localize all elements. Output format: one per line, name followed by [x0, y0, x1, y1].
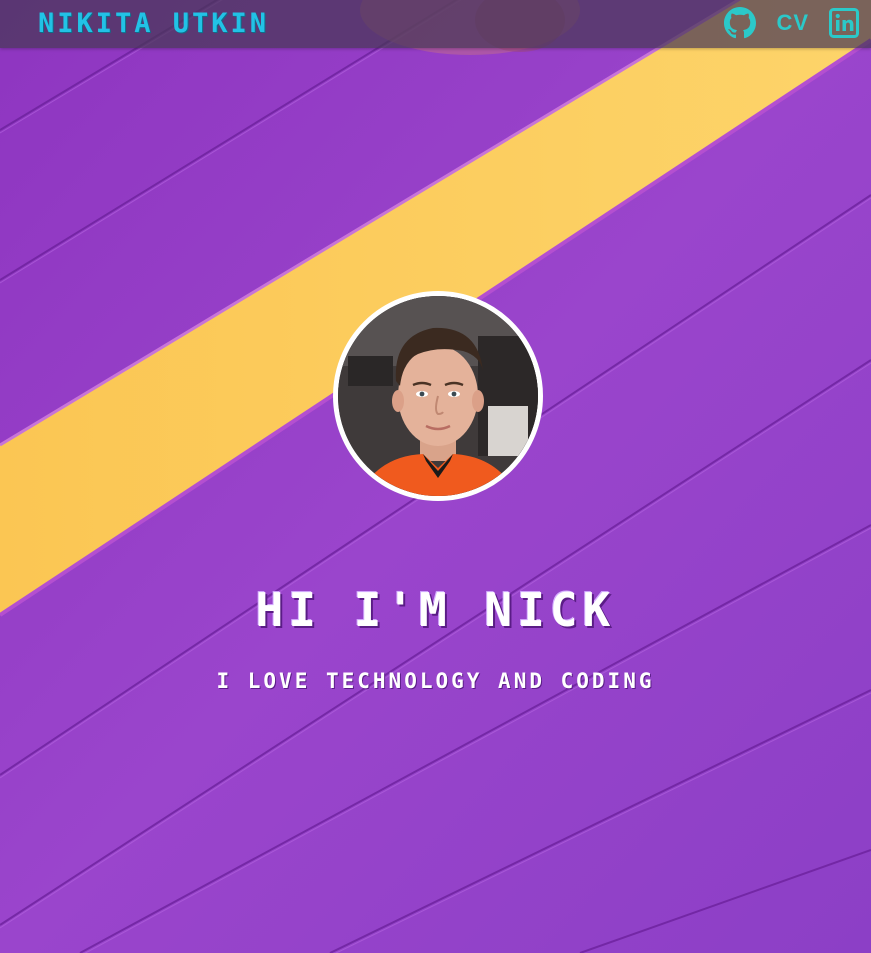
profile-photo	[338, 296, 538, 496]
hero-subtitle: I love technology and coding	[216, 669, 655, 693]
cv-link[interactable]: CV	[776, 10, 809, 36]
site-brand[interactable]: Nikita Utkin	[38, 6, 269, 42]
hero-title: Hi I'm Nick	[255, 583, 616, 637]
nav-links: CV	[724, 6, 859, 40]
profile-avatar	[333, 291, 543, 501]
linkedin-icon	[829, 8, 859, 38]
github-icon	[724, 7, 757, 39]
linkedin-link[interactable]	[829, 8, 859, 38]
github-link[interactable]	[724, 7, 757, 39]
header-bar: Nikita Utkin CV	[0, 0, 871, 48]
